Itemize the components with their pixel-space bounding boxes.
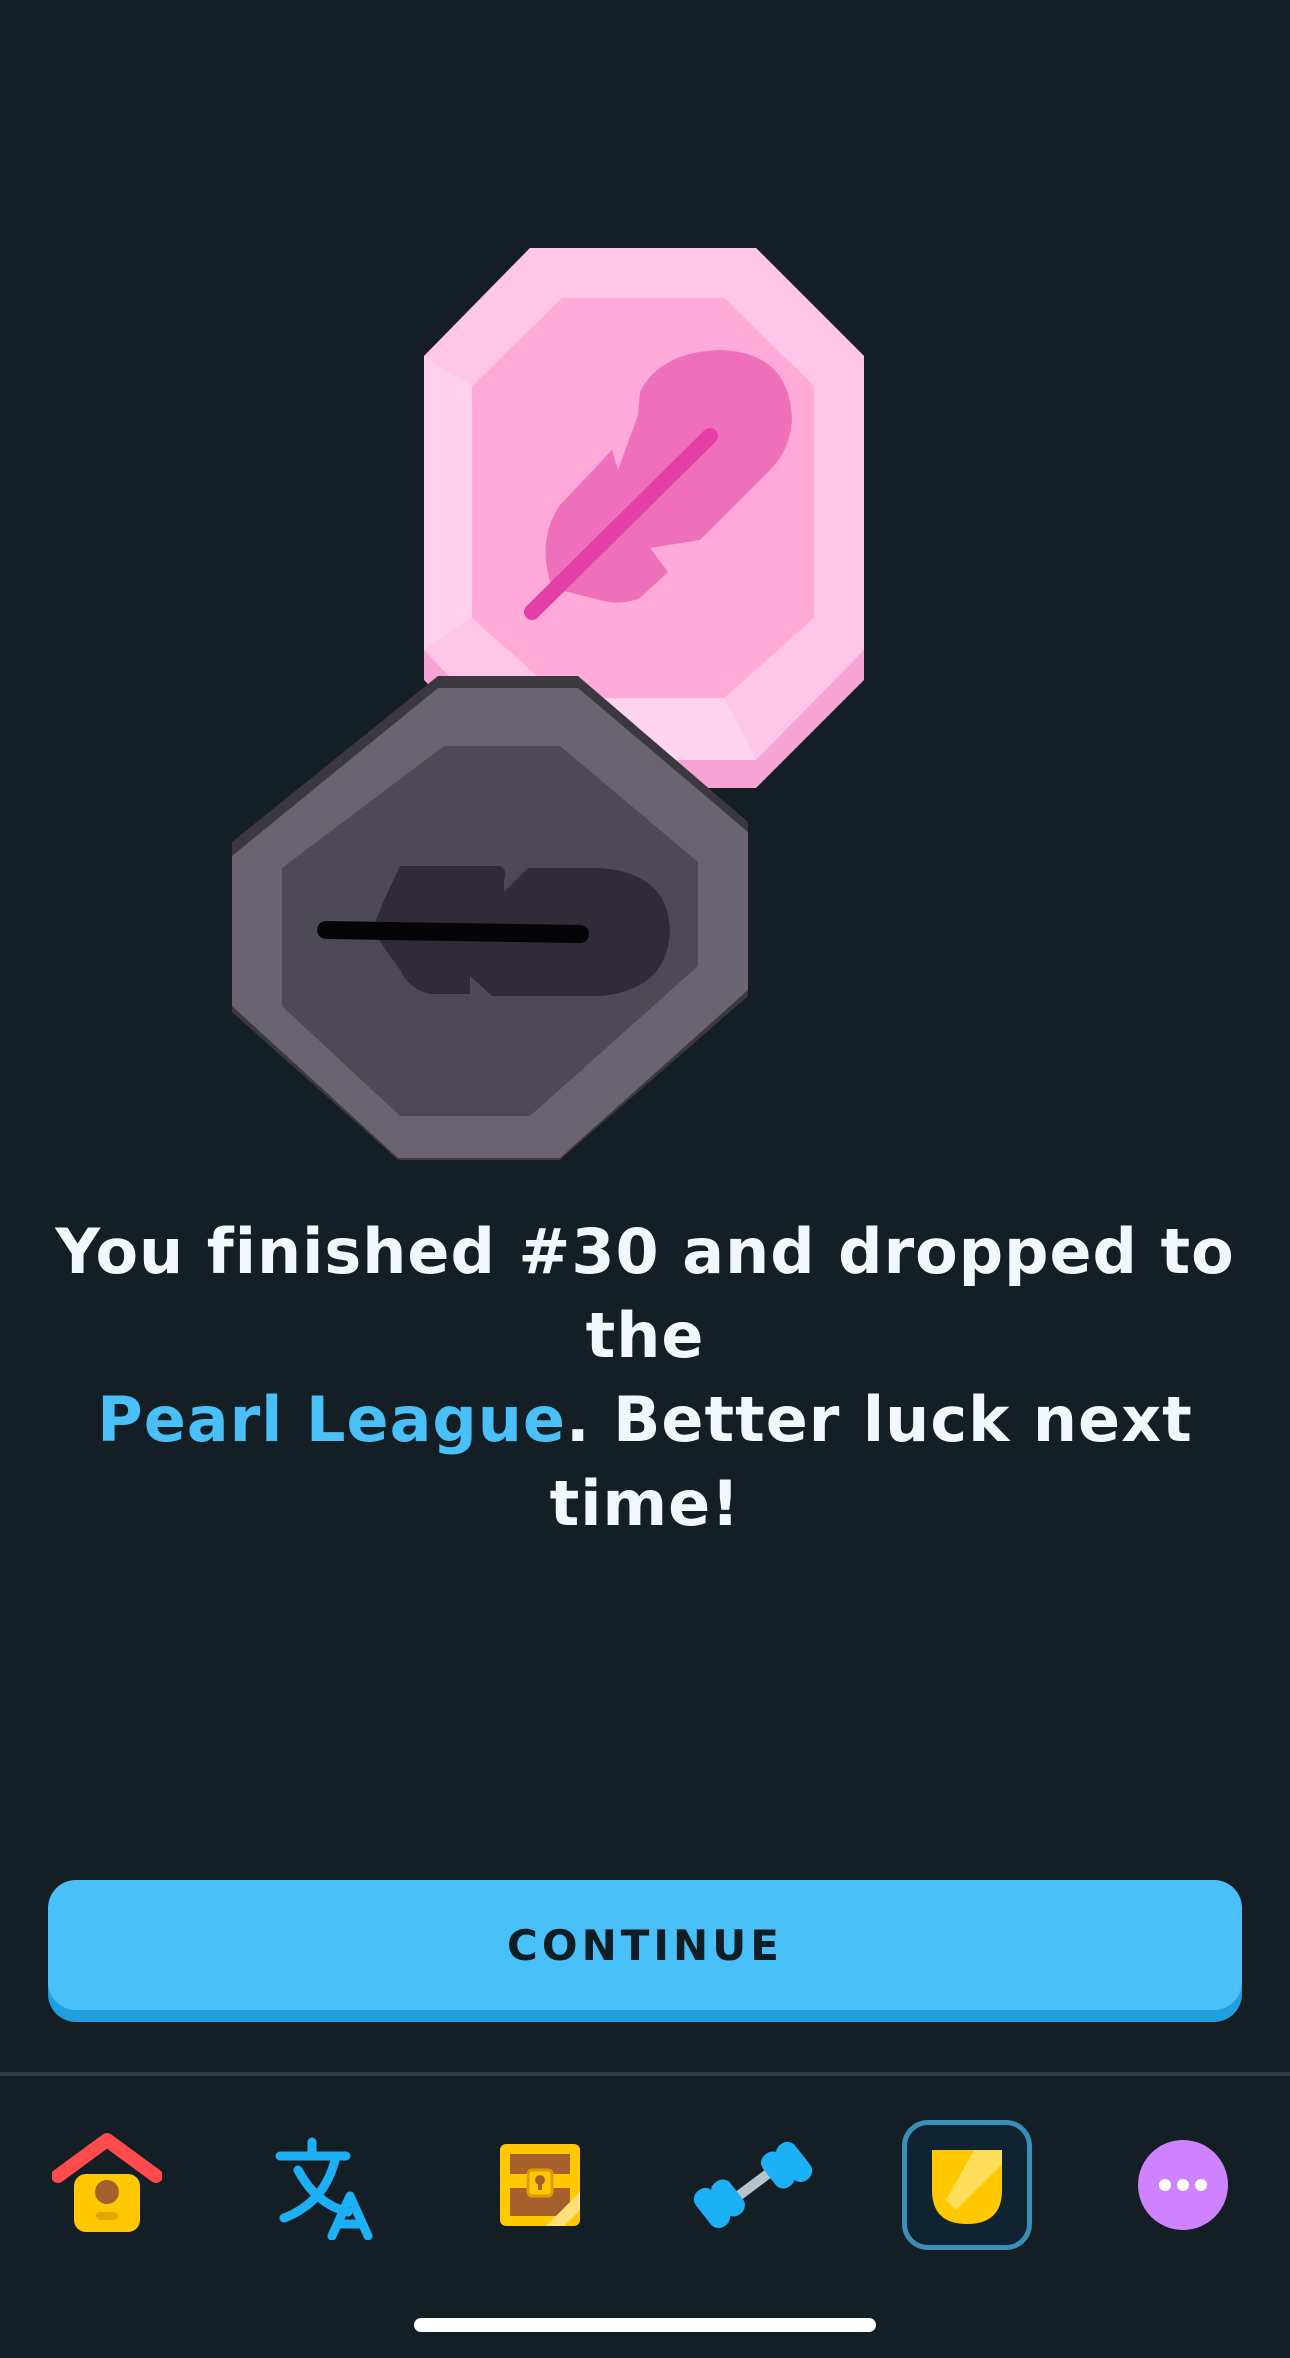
result-message: You finished #30 and dropped to the Pear… bbox=[40, 1210, 1250, 1546]
home-icon bbox=[52, 2133, 162, 2232]
nav-item-leagues[interactable] bbox=[902, 2120, 1032, 2250]
result-message-text-2: . Better luck next time! bbox=[549, 1383, 1193, 1540]
more-icon bbox=[1138, 2140, 1228, 2230]
dumbbell-icon bbox=[693, 2141, 813, 2229]
nav-item-translate[interactable] bbox=[258, 2120, 388, 2250]
league-badges-illustration bbox=[232, 248, 864, 1160]
treasure-chest-icon bbox=[500, 2144, 580, 2226]
continue-button[interactable]: CONTINUE bbox=[48, 1880, 1242, 2010]
nav-item-more[interactable] bbox=[1118, 2120, 1248, 2250]
nav-item-chest[interactable] bbox=[474, 2120, 604, 2250]
result-message-text: You finished #30 and dropped to the bbox=[55, 1215, 1235, 1372]
shield-icon bbox=[932, 2150, 1002, 2224]
home-indicator[interactable] bbox=[414, 2318, 876, 2332]
translate-icon bbox=[275, 2137, 373, 2240]
bottom-nav bbox=[0, 2076, 1290, 2292]
nav-item-home[interactable] bbox=[42, 2120, 172, 2250]
nav-item-practice[interactable] bbox=[688, 2120, 818, 2250]
league-name: Pearl League bbox=[97, 1383, 566, 1456]
